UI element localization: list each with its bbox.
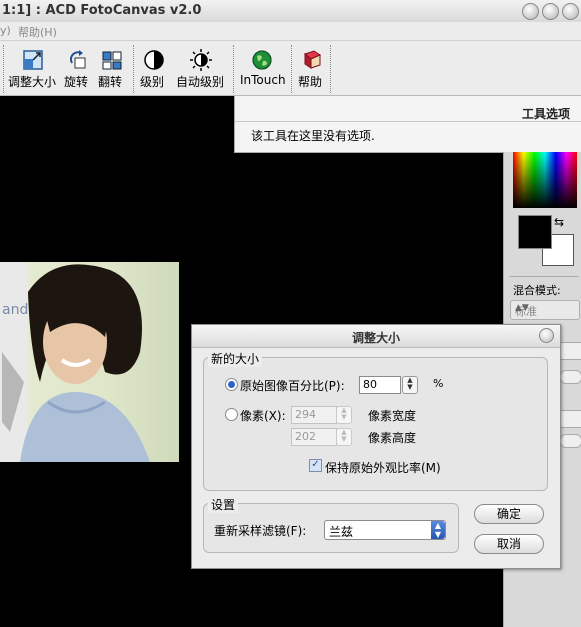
- panel-slider[interactable]: [560, 370, 581, 384]
- intouch-button[interactable]: InTouch: [240, 45, 286, 93]
- tool-options-panel: 工具选项 该工具在这里没有选项.: [234, 96, 581, 153]
- rotate-label: 旋转: [64, 75, 89, 89]
- levels-icon: [144, 50, 164, 70]
- panel-control[interactable]: [560, 410, 581, 428]
- resize-dialog: 调整大小 新的大小 原始图像百分比(P): 80 ▲ ▼ % 像素(X): 294…: [191, 324, 561, 569]
- width-input[interactable]: 294: [291, 406, 337, 424]
- resize-button[interactable]: 调整大小: [8, 45, 58, 93]
- toolbar-separator: [133, 45, 134, 93]
- window-title: 1:1] : ACD FotoCanvas v2.0: [2, 3, 202, 18]
- help-label: 帮助: [298, 75, 323, 89]
- updown-arrow-icon: ▲▼: [515, 303, 529, 313]
- rotate-icon: [69, 50, 86, 69]
- dialog-title-bar: 调整大小: [192, 325, 560, 348]
- height-stepper[interactable]: ▲ ▼: [336, 428, 352, 446]
- filter-label: 重新采样滤镜(F):: [214, 524, 307, 538]
- filter-value: 兰兹: [329, 525, 354, 539]
- menu-bar: y) 帮助(H): [0, 22, 581, 41]
- percent-input[interactable]: 80: [359, 376, 401, 394]
- help-button[interactable]: 帮助: [298, 45, 326, 93]
- auto-levels-icon: [190, 49, 212, 71]
- divider: [509, 276, 579, 277]
- height-label: 像素高度: [368, 431, 417, 445]
- flip-label: 翻转: [98, 75, 123, 89]
- toolbar-separator: [330, 45, 331, 93]
- percent-value: 80: [363, 378, 377, 391]
- keep-aspect-checkbox[interactable]: ✓: [309, 459, 322, 472]
- foreground-color-swatch[interactable]: [518, 215, 552, 249]
- pixels-radio[interactable]: [225, 408, 238, 421]
- intouch-globe-icon: [252, 50, 272, 70]
- dialog-close-button[interactable]: [539, 328, 554, 343]
- tool-options-message: 该工具在这里没有选项.: [251, 129, 375, 143]
- help-book-icon: [303, 50, 322, 69]
- levels-button[interactable]: 级别: [140, 45, 168, 93]
- panel-slider[interactable]: [560, 434, 581, 448]
- pixels-label: 像素(X):: [240, 409, 286, 423]
- updown-arrow-icon: ▲▼: [431, 521, 445, 539]
- swap-colors-icon[interactable]: ⇆: [554, 215, 564, 229]
- svg-text:and: and: [2, 302, 28, 318]
- intouch-label: InTouch: [240, 73, 286, 87]
- auto-levels-label: 自动级别: [176, 75, 225, 89]
- new-size-group-label: 新的大小: [208, 350, 263, 367]
- minimize-button[interactable]: [522, 3, 539, 20]
- width-stepper[interactable]: ▲ ▼: [336, 406, 352, 424]
- keep-aspect-label: 保持原始外观比率(M): [325, 461, 441, 475]
- blend-mode-select[interactable]: 标准 ▲▼: [510, 300, 580, 320]
- photo-image: and: [0, 262, 179, 462]
- percent-radio[interactable]: [225, 378, 238, 391]
- flip-icon: [102, 51, 122, 70]
- rotate-button[interactable]: 旋转: [64, 45, 92, 93]
- percent-label: 原始图像百分比(P):: [240, 379, 345, 393]
- toolbar-separator: [233, 45, 234, 93]
- settings-group-label: 设置: [208, 496, 239, 513]
- blend-mode-label: 混合模式:: [513, 284, 561, 297]
- tool-options-header: 工具选项: [521, 107, 570, 121]
- toolbar-separator: [291, 45, 292, 93]
- title-bar: 1:1] : ACD FotoCanvas v2.0: [0, 0, 581, 23]
- percent-stepper[interactable]: ▲ ▼: [402, 376, 418, 394]
- color-picker[interactable]: [513, 152, 577, 208]
- width-value: 294: [295, 408, 316, 421]
- ok-button[interactable]: 确定: [474, 504, 544, 524]
- dialog-title: 调整大小: [351, 331, 400, 345]
- cancel-button[interactable]: 取消: [474, 534, 544, 554]
- resize-icon: [23, 50, 43, 70]
- resample-filter-select[interactable]: 兰兹 ▲ ▼: [324, 520, 446, 540]
- close-window-button[interactable]: [562, 3, 579, 20]
- menu-item-partial[interactable]: y): [0, 24, 11, 37]
- levels-label: 级别: [140, 75, 165, 89]
- percent-unit: %: [433, 377, 444, 390]
- width-label: 像素宽度: [368, 409, 417, 423]
- flip-button[interactable]: 翻转: [98, 45, 126, 93]
- toolbar-separator: [3, 45, 4, 93]
- height-input[interactable]: 202: [291, 428, 337, 446]
- resize-label: 调整大小: [8, 75, 57, 89]
- panel-control[interactable]: [560, 342, 581, 360]
- height-value: 202: [295, 430, 316, 443]
- divider: [235, 121, 581, 122]
- maximize-button[interactable]: [542, 3, 559, 20]
- menu-item-help[interactable]: 帮助(H): [18, 24, 57, 40]
- auto-levels-button[interactable]: 自动级别: [176, 45, 226, 93]
- toolbar: 调整大小 旋转 翻转 级别 自动级别 InTouch 帮助: [0, 41, 581, 96]
